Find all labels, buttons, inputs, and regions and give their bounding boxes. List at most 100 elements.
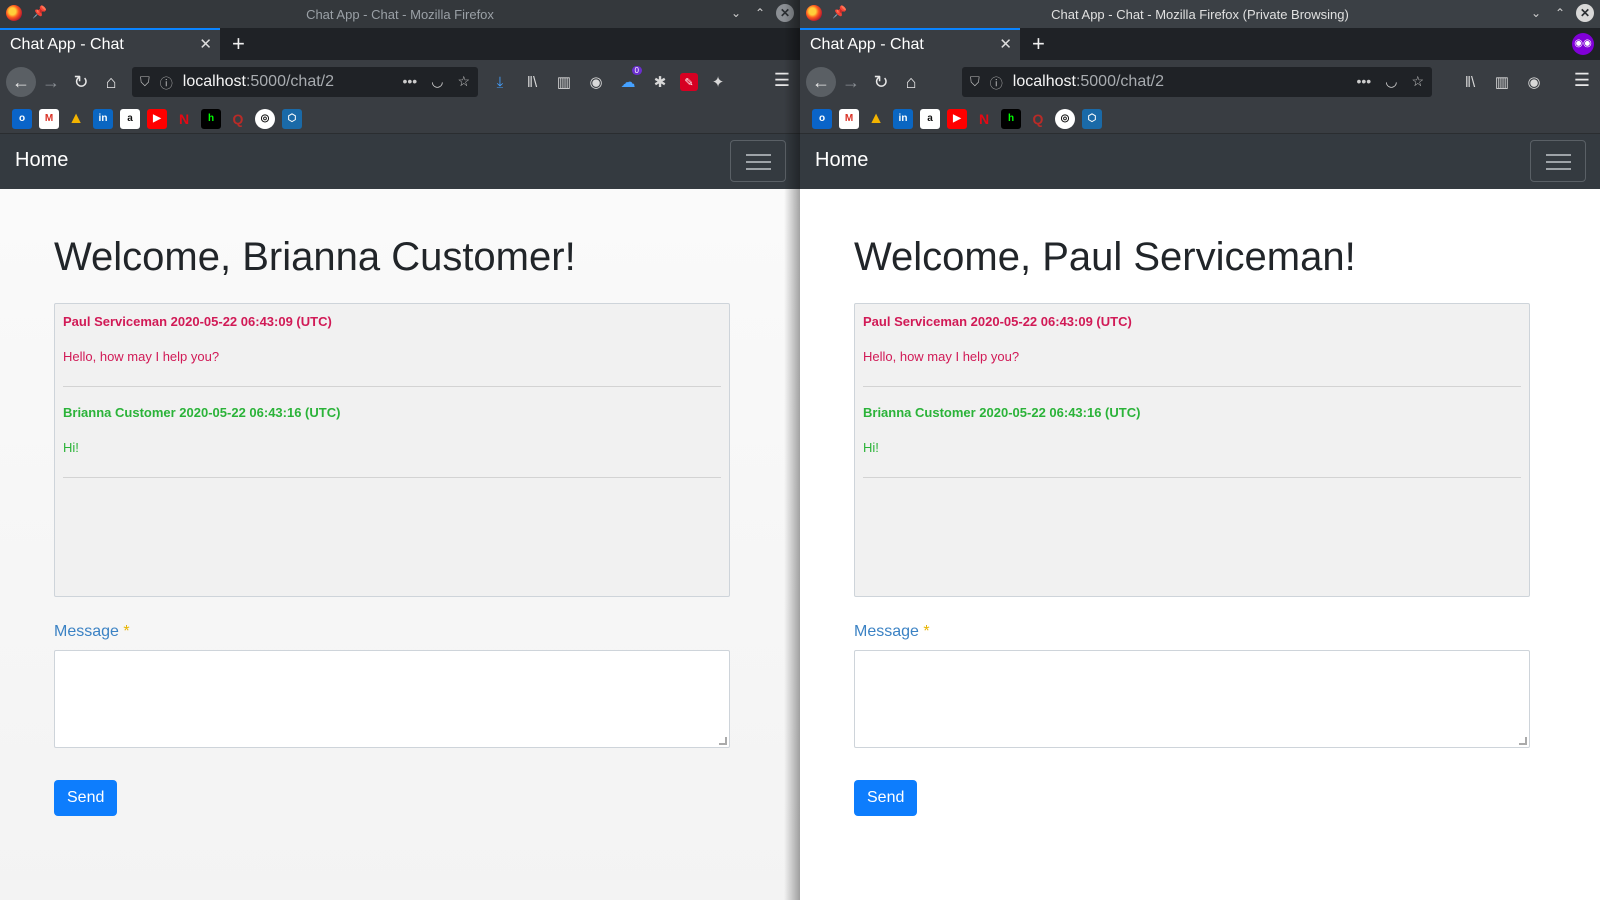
message-text: Hi! bbox=[63, 440, 79, 455]
tab-close-icon[interactable]: ✕ bbox=[999, 35, 1012, 53]
chat-message: Brianna Customer 2020-05-22 06:43:16 (UT… bbox=[863, 405, 1521, 478]
resize-grip-icon[interactable] bbox=[719, 737, 727, 745]
info-icon[interactable]: ⓘ bbox=[160, 73, 173, 92]
codepen-bookmark-icon[interactable]: ⬡ bbox=[1082, 108, 1102, 129]
navbar-toggler-icon[interactable] bbox=[1530, 140, 1586, 182]
shield-icon[interactable]: ⛉ bbox=[970, 74, 980, 90]
pocket-icon[interactable]: ◡ bbox=[431, 73, 443, 90]
page-content: Welcome, Paul Serviceman! Paul Servicema… bbox=[800, 189, 1600, 900]
send-button[interactable]: Send bbox=[854, 780, 918, 816]
pocket-icon[interactable]: ◡ bbox=[1385, 73, 1397, 90]
quora-bookmark-icon[interactable]: Q bbox=[1028, 109, 1048, 129]
home-link[interactable]: Home bbox=[15, 149, 68, 172]
tab-chat[interactable]: Chat App - Chat ✕ bbox=[800, 28, 1020, 60]
firefox-window-left: 📌 Chat App - Chat - Mozilla Firefox ⌄ ⌃ … bbox=[0, 0, 800, 900]
window-title: Chat App - Chat - Mozilla Firefox (Priva… bbox=[1051, 7, 1349, 22]
chat-history[interactable]: Paul Serviceman 2020-05-22 06:43:09 (UTC… bbox=[854, 303, 1530, 597]
bookmark-star-icon[interactable]: ☆ bbox=[1411, 73, 1424, 90]
close-window-icon[interactable]: ✕ bbox=[776, 4, 794, 22]
tab-bar: Chat App - Chat ✕ + bbox=[0, 28, 800, 60]
navbar-toggler-icon[interactable] bbox=[730, 140, 786, 182]
message-label-text: Message bbox=[54, 623, 119, 640]
sidebar-icon[interactable]: ▥ bbox=[1490, 70, 1514, 94]
new-tab-icon[interactable]: + bbox=[232, 31, 245, 57]
menu-icon[interactable]: ☰ bbox=[1574, 70, 1590, 91]
message-text: Hello, how may I help you? bbox=[863, 349, 1020, 364]
minimize-icon[interactable]: ⌄ bbox=[1528, 6, 1544, 20]
welcome-heading: Welcome, Brianna Customer! bbox=[54, 235, 576, 279]
amazon-bookmark-icon[interactable]: a bbox=[120, 108, 140, 129]
chat-message: Paul Serviceman 2020-05-22 06:43:09 (UTC… bbox=[863, 314, 1521, 387]
shield-icon[interactable]: ⛉ bbox=[140, 74, 150, 90]
hackernoon-bookmark-icon[interactable]: h bbox=[1001, 108, 1021, 129]
forward-icon[interactable]: → bbox=[836, 67, 866, 97]
home-icon[interactable]: ⌂ bbox=[96, 67, 126, 97]
codepen-bookmark-icon[interactable]: ⬡ bbox=[282, 108, 302, 129]
message-label: Message * bbox=[54, 623, 746, 641]
extension-icon[interactable]: ✦ bbox=[706, 70, 730, 94]
tab-close-icon[interactable]: ✕ bbox=[199, 35, 212, 53]
gmail-bookmark-icon[interactable]: M bbox=[839, 108, 859, 129]
chat-history[interactable]: Paul Serviceman 2020-05-22 06:43:09 (UTC… bbox=[54, 303, 730, 597]
netflix-bookmark-icon[interactable]: N bbox=[974, 109, 994, 129]
google-drive-bookmark-icon[interactable]: ▲ bbox=[66, 109, 86, 129]
reload-icon[interactable]: ↻ bbox=[66, 67, 96, 97]
outlook-bookmark-icon[interactable]: o bbox=[12, 108, 32, 129]
hackernoon-bookmark-icon[interactable]: h bbox=[201, 108, 221, 129]
gmail-bookmark-icon[interactable]: M bbox=[39, 108, 59, 129]
amazon-bookmark-icon[interactable]: a bbox=[920, 108, 940, 129]
window-title: Chat App - Chat - Mozilla Firefox bbox=[306, 7, 494, 22]
account-icon[interactable]: ◉ bbox=[584, 70, 608, 94]
message-label-text: Message bbox=[854, 623, 919, 640]
chat-message: Brianna Customer 2020-05-22 06:43:16 (UT… bbox=[63, 405, 721, 478]
quora-bookmark-icon[interactable]: Q bbox=[228, 109, 248, 129]
menu-icon[interactable]: ☰ bbox=[774, 70, 790, 91]
new-tab-icon[interactable]: + bbox=[1032, 31, 1045, 57]
message-header: Paul Serviceman 2020-05-22 06:43:09 (UTC… bbox=[863, 314, 1132, 329]
bookmark-star-icon[interactable]: ☆ bbox=[457, 73, 470, 90]
message-textarea[interactable] bbox=[54, 650, 730, 748]
github-bookmark-icon[interactable]: ◎ bbox=[1055, 108, 1075, 129]
library-icon[interactable]: ‖\ bbox=[1458, 70, 1482, 94]
linkedin-bookmark-icon[interactable]: in bbox=[893, 108, 913, 129]
close-window-icon[interactable]: ✕ bbox=[1576, 4, 1594, 22]
extension-ghost-icon[interactable]: ☁ 0 bbox=[616, 66, 642, 94]
account-icon[interactable]: ◉ bbox=[1522, 70, 1546, 94]
extension-badge: 0 bbox=[631, 66, 642, 75]
maximize-icon[interactable]: ⌃ bbox=[752, 6, 768, 20]
maximize-icon[interactable]: ⌃ bbox=[1552, 6, 1568, 20]
sidebar-icon[interactable]: ▥ bbox=[552, 70, 576, 94]
home-link[interactable]: Home bbox=[815, 149, 868, 172]
github-bookmark-icon[interactable]: ◎ bbox=[255, 108, 275, 129]
back-icon[interactable]: ← bbox=[806, 67, 836, 97]
home-icon[interactable]: ⌂ bbox=[896, 67, 926, 97]
forward-icon[interactable]: → bbox=[36, 67, 66, 97]
downloads-icon[interactable]: ⤓ bbox=[488, 70, 512, 94]
tab-chat[interactable]: Chat App - Chat ✕ bbox=[0, 28, 220, 60]
youtube-bookmark-icon[interactable]: ▶ bbox=[147, 108, 167, 129]
linkedin-bookmark-icon[interactable]: in bbox=[93, 108, 113, 129]
window-titlebar: 📌 Chat App - Chat - Mozilla Firefox ⌄ ⌃ … bbox=[0, 0, 800, 28]
reload-icon[interactable]: ↻ bbox=[866, 67, 896, 97]
info-icon[interactable]: ⓘ bbox=[990, 73, 1003, 92]
google-drive-bookmark-icon[interactable]: ▲ bbox=[866, 109, 886, 129]
message-header: Brianna Customer 2020-05-22 06:43:16 (UT… bbox=[863, 405, 1141, 420]
url-bar[interactable]: ⛉ ⓘ localhost:5000/chat/2 ••• ◡ ☆ bbox=[132, 67, 478, 97]
outlook-bookmark-icon[interactable]: o bbox=[812, 108, 832, 129]
youtube-bookmark-icon[interactable]: ▶ bbox=[947, 108, 967, 129]
resize-grip-icon[interactable] bbox=[1519, 737, 1527, 745]
page-actions-icon[interactable]: ••• bbox=[403, 73, 418, 90]
library-icon[interactable]: ‖\ bbox=[520, 70, 544, 94]
minimize-icon[interactable]: ⌄ bbox=[728, 6, 744, 20]
extension-pen-icon[interactable]: ✎ bbox=[680, 73, 698, 91]
url-bar[interactable]: ⛉ ⓘ localhost:5000/chat/2 ••• ◡ ☆ bbox=[962, 67, 1432, 97]
extension-bug-icon[interactable]: ✱ bbox=[648, 70, 672, 94]
tab-bar: Chat App - Chat ✕ + ◉◉ bbox=[800, 28, 1600, 60]
message-textarea[interactable] bbox=[854, 650, 1530, 748]
netflix-bookmark-icon[interactable]: N bbox=[174, 109, 194, 129]
required-mark: * bbox=[123, 623, 130, 640]
page-actions-icon[interactable]: ••• bbox=[1357, 73, 1372, 90]
send-button[interactable]: Send bbox=[54, 780, 118, 816]
url-path: :5000/chat/2 bbox=[1075, 73, 1165, 90]
back-icon[interactable]: ← bbox=[6, 67, 36, 97]
